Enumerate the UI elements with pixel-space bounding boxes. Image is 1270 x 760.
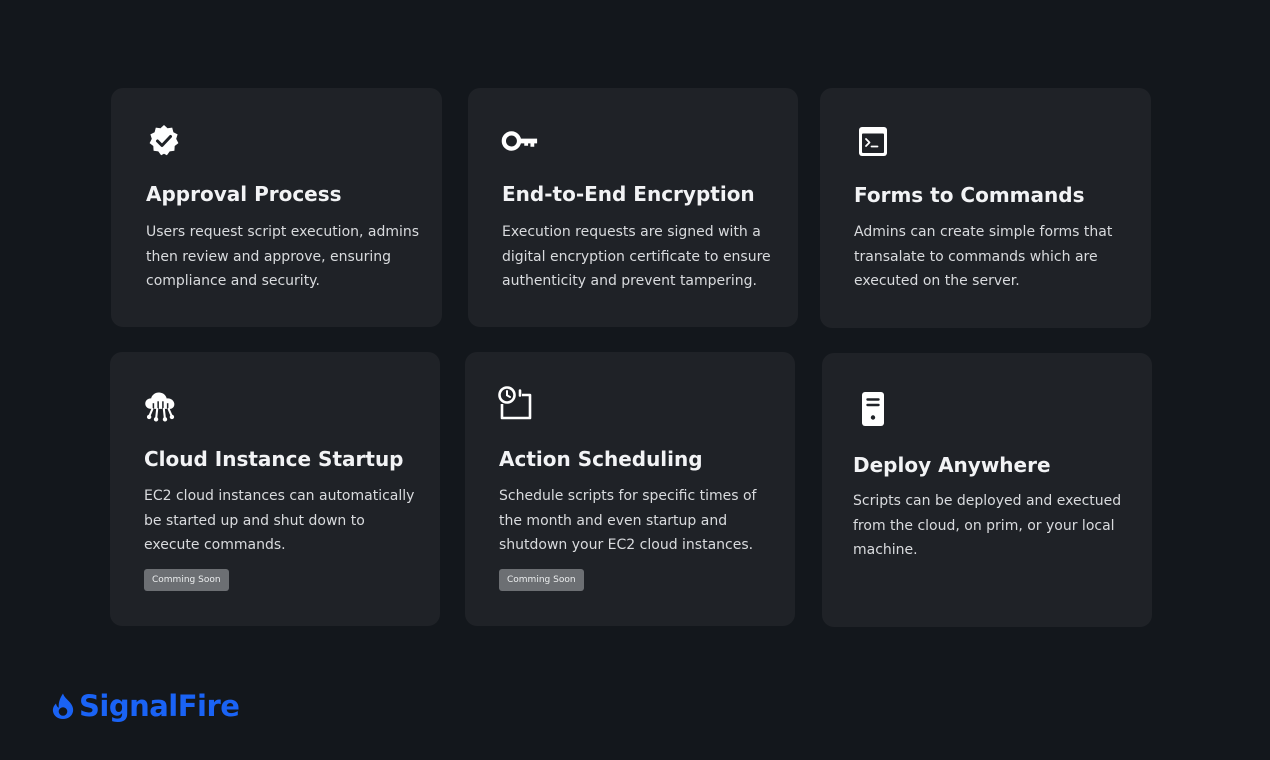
brand-name: SignalFire [79, 689, 240, 723]
feature-card-action-scheduling: Action Scheduling Schedule scripts for s… [465, 352, 795, 626]
feature-description: Execution requests are signed with a dig… [502, 224, 771, 289]
key-icon [501, 123, 539, 159]
coming-soon-badge: Comming Soon [144, 569, 229, 591]
flame-icon [51, 692, 75, 720]
feature-card-cloud-instance-startup: Cloud Instance Startup EC2 cloud instanc… [110, 352, 440, 626]
feature-description: Admins can create simple forms that tran… [854, 224, 1113, 289]
feature-title: Forms to Commands [854, 183, 1085, 207]
verified-badge-icon [145, 123, 183, 159]
feature-card-end-to-end-encryption: End-to-End Encryption Execution requests… [468, 88, 798, 327]
terminal-icon [854, 124, 892, 160]
feature-description: EC2 cloud instances can automatically be… [144, 488, 415, 553]
brand-logo[interactable]: SignalFire [51, 689, 240, 723]
cloud-network-icon [142, 389, 180, 425]
feature-title: Deploy Anywhere [853, 453, 1051, 477]
feature-title: End-to-End Encryption [502, 182, 755, 206]
feature-title: Action Scheduling [499, 447, 703, 471]
feature-description: Scripts can be deployed and exectued fro… [853, 493, 1122, 558]
feature-title: Approval Process [146, 182, 342, 206]
clock-calendar-icon [496, 385, 534, 421]
server-device-icon [853, 391, 891, 427]
feature-description: Users request script execution, admins t… [146, 224, 420, 289]
feature-description: Schedule scripts for specific times of t… [499, 488, 757, 553]
feature-card-deploy-anywhere: Deploy Anywhere Scripts can be deployed … [822, 353, 1152, 627]
feature-title: Cloud Instance Startup [144, 447, 404, 471]
feature-card-approval-process: Approval Process Users request script ex… [111, 88, 442, 327]
feature-card-forms-to-commands: Forms to Commands Admins can create simp… [820, 88, 1151, 328]
coming-soon-badge: Comming Soon [499, 569, 584, 591]
